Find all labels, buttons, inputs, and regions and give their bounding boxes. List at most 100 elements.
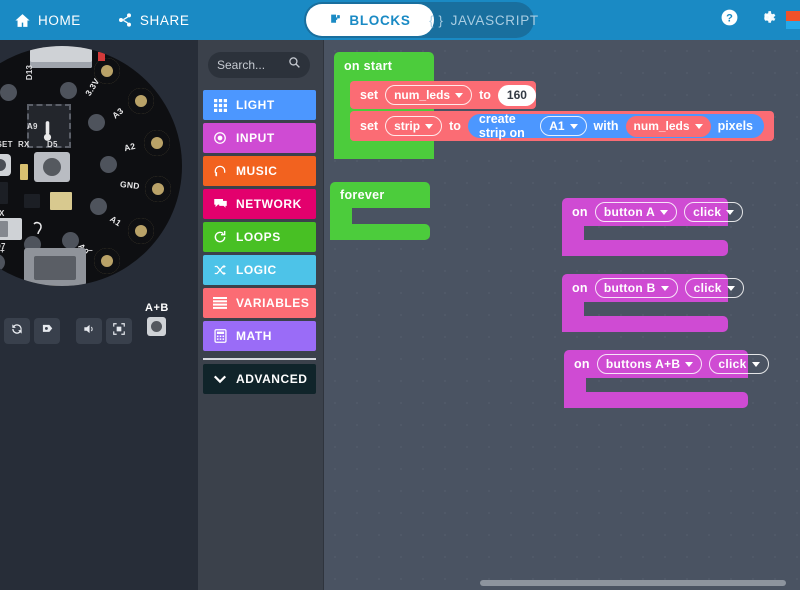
pad-a2[interactable] [144,130,170,156]
category-advanced[interactable]: ADVANCED [203,364,316,394]
block-set-num-leds[interactable]: set num_leds to 160 [350,81,536,109]
event-dropdown-ab[interactable]: click [709,354,768,374]
chevron-down-icon [425,124,433,129]
settings-button[interactable] [748,0,786,40]
category-input-label: INPUT [236,131,275,145]
home-label: HOME [38,13,81,28]
category-music[interactable]: MUSIC [203,156,316,186]
editor-mode-tabs: BLOCKS { } JAVASCRIPT [304,2,534,38]
tab-blocks[interactable]: BLOCKS [306,4,434,36]
button-dropdown-ab[interactable]: buttons A+B [597,354,703,374]
block-set-strip[interactable]: set strip to create strip on A1 with num… [350,111,774,141]
event-foot-ab [564,392,748,408]
ab-button-group[interactable]: A+B [145,302,169,336]
tab-javascript[interactable]: { } JAVASCRIPT [438,4,530,36]
event-hat-b[interactable]: on button B click [562,274,728,302]
forever-hat[interactable]: forever [330,182,430,208]
grid-icon [212,99,228,112]
simulator-pane: 3.3V A3 A2 GND A1 A0 VOUT D13 D8 A8 [0,40,198,590]
block-on-button-a-click[interactable]: on button A click [562,198,728,256]
horizontal-scrollbar[interactable] [480,580,786,586]
share-button[interactable]: SHARE [103,0,204,40]
blocks-workspace[interactable]: on start set num_leds to 160 set strip [324,40,800,590]
pad-label-a2: A2 [123,141,137,153]
svg-text:?: ? [726,12,733,24]
pad-a1[interactable] [128,218,154,244]
event-dropdown-b[interactable]: click [685,278,744,298]
top-toolbar: HOME SHARE BLOCKS { } JAVASCRIPT [0,0,800,40]
restart-icon [10,322,24,341]
on-start-body: set num_leds to 160 set strip to [334,79,434,159]
search-input[interactable]: Search... [208,52,310,78]
headphone-icon [212,164,228,178]
button-dropdown-a[interactable]: button A [595,202,677,222]
event-value: click [693,205,721,219]
category-light[interactable]: LIGHT [203,90,316,120]
pad-a3[interactable] [128,88,154,114]
button-value: button A [604,205,655,219]
category-logic[interactable]: LOGIC [203,255,316,285]
on-start-hat[interactable]: on start [334,52,434,79]
button-b[interactable] [34,152,70,182]
category-network[interactable]: NETWORK [203,189,316,219]
set-keyword: set [360,119,378,133]
on-keyword: on [572,281,588,295]
variable-dropdown-strip[interactable]: strip [385,116,442,136]
gear-icon [758,8,777,32]
pin-dropdown-a1[interactable]: A1 [540,116,586,136]
category-variables[interactable]: VARIABLES [203,288,316,318]
block-create-strip[interactable]: create strip on A1 with num_leds pixels [468,114,764,138]
speaker-icon [82,322,96,341]
on-start-label: on start [344,59,392,73]
category-math[interactable]: MATH [203,321,316,351]
fullscreen-button[interactable] [106,318,132,344]
chevron-down-icon [726,210,734,215]
pad-a0[interactable] [94,248,120,274]
category-variables-label: VARIABLES [236,296,309,310]
pad-gnd[interactable] [145,176,171,202]
home-button[interactable]: HOME [0,0,95,40]
pad-label-3v: 3.3V [83,76,101,97]
variable-dropdown-num-leds[interactable]: num_leds [385,85,472,105]
mute-button[interactable] [76,318,102,344]
event-dropdown-a[interactable]: click [684,202,743,222]
circuit-playground-board[interactable]: 3.3V A3 A2 GND A1 A0 VOUT D13 D8 A8 [0,46,182,286]
event-value: click [694,281,722,295]
category-loops[interactable]: LOOPS [203,222,316,252]
toolbox-divider [203,358,316,360]
variable-name: num_leds [394,88,450,102]
category-advanced-label: ADVANCED [236,372,308,386]
event-hat-a[interactable]: on button A click [562,198,728,226]
ear-icon [30,220,44,240]
account-chip[interactable] [786,0,800,40]
chevron-down-icon [727,286,735,291]
slide-switch[interactable] [0,218,22,240]
debug-button[interactable] [34,318,60,344]
forever-label: forever [340,188,384,202]
block-on-buttons-ab-click[interactable]: on buttons A+B click [564,350,748,408]
reset-button[interactable] [0,154,11,176]
variable-reporter-num-leds[interactable]: num_leds [626,116,711,137]
block-on-start[interactable]: on start set num_leds to 160 set strip [334,52,434,159]
create-strip-text: create strip on [479,112,533,140]
simulator-toolbar [4,318,132,344]
restart-button[interactable] [4,318,30,344]
help-button[interactable]: ? [710,0,748,40]
category-input[interactable]: INPUT [203,123,316,153]
toolbox-panel: Search... LIGHT INPUT [198,40,324,590]
block-on-button-b-click[interactable]: on button B click [562,274,728,332]
ab-button[interactable] [147,317,166,336]
on-keyword: on [574,357,590,371]
smd-component [24,194,40,208]
target-icon [212,131,228,145]
number-field-160[interactable]: 160 [498,85,536,106]
neopixel [88,114,105,131]
event-arm-a [562,226,584,240]
event-arm-b [562,302,584,316]
silk-x: X [0,209,5,218]
button-dropdown-b[interactable]: button B [595,278,678,298]
button-value: button B [604,281,656,295]
block-forever[interactable]: forever [330,182,430,240]
event-hat-ab[interactable]: on buttons A+B click [564,350,748,378]
forever-arm [330,208,352,224]
